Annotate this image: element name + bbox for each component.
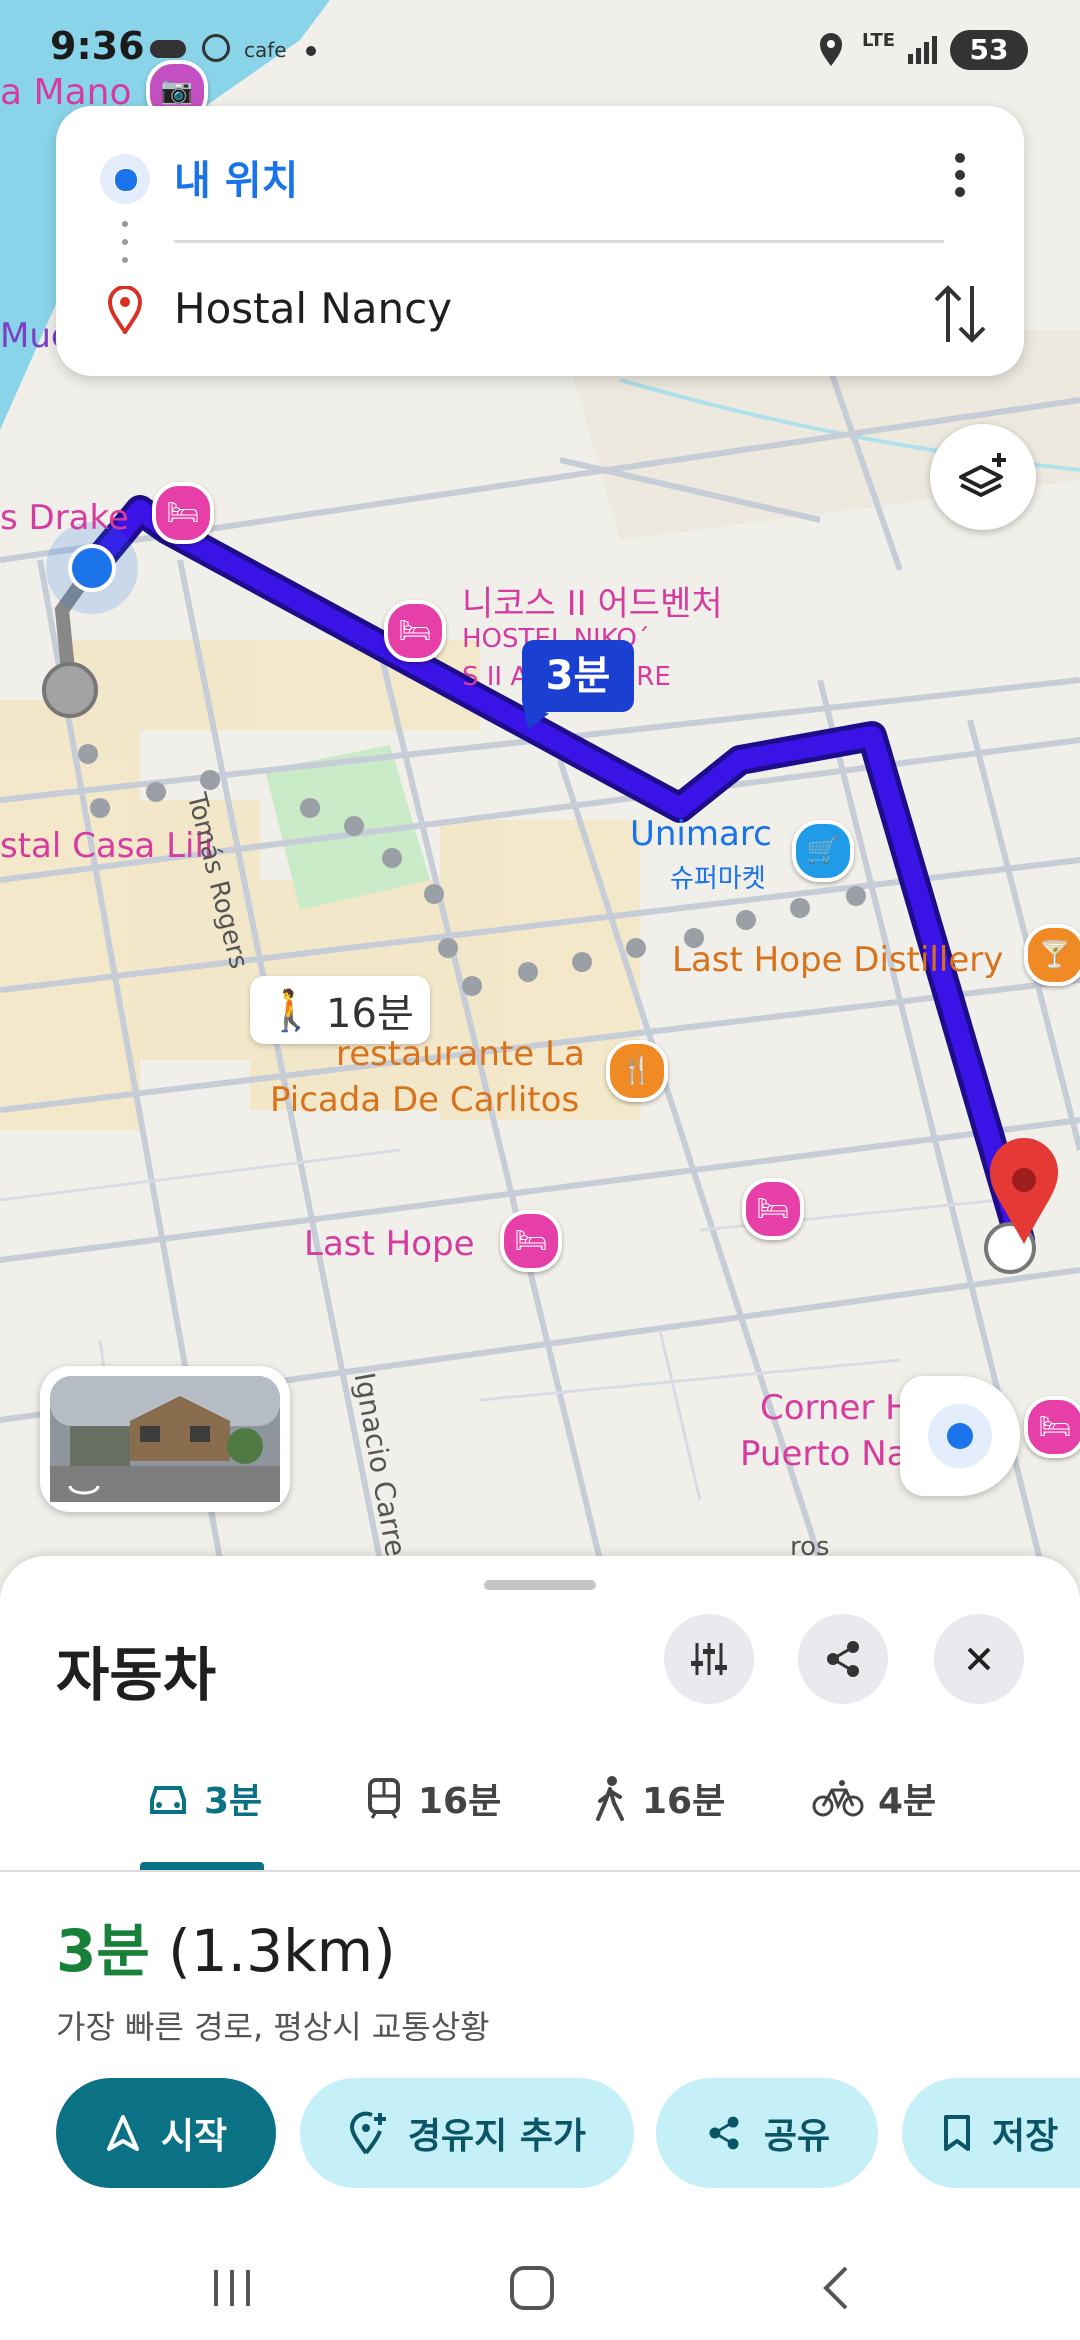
walk-time-label: 16분 (326, 991, 414, 1037)
route-time: 3분 (56, 1917, 150, 1985)
more-options-icon[interactable] (950, 150, 970, 200)
route-duration-bubble[interactable]: 3분 (522, 640, 634, 712)
route-summary: 3분 (1.3km) (56, 1904, 396, 1988)
map-label-corner-2: Puerto Na (740, 1434, 908, 1474)
hotel-pin-icon[interactable]: 🛏 (500, 1210, 562, 1272)
tab-transit[interactable]: 16분 (364, 1768, 501, 1828)
sheet-title: 자동차 (56, 1641, 217, 1709)
shopping-cart-pin-icon[interactable]: 🛒 (792, 820, 854, 882)
map-label-corner-1: Corner H (760, 1388, 911, 1428)
my-location-button[interactable] (900, 1376, 1020, 1496)
tab-cycling[interactable]: 4분 (812, 1768, 936, 1828)
add-stop-label: 경유지 추가 (407, 2116, 587, 2157)
globe-icon (202, 34, 230, 62)
street-view-thumbnail[interactable] (40, 1366, 290, 1512)
directions-sheet: 자동차 3분 16분 16분 4분 3분 (1.3km) 가장 빠른 경로, 평… (0, 1556, 1080, 2340)
restaurant-pin-icon[interactable]: 🍴 (606, 1040, 668, 1102)
transit-icon (368, 1778, 400, 1819)
layers-icon (959, 453, 1006, 497)
connector-dots-icon (122, 221, 128, 263)
status-bar: 9:36 cafe LTE 53 (0, 0, 1080, 100)
active-tab-indicator (140, 1862, 264, 1870)
home-icon[interactable] (508, 2264, 556, 2312)
hotel-pin-icon[interactable]: 🛏 (384, 600, 446, 662)
status-time: 9:36 (50, 24, 145, 68)
bookmark-icon (944, 2115, 970, 2151)
hotel-pin-icon[interactable]: 🛏 (1024, 1396, 1080, 1458)
my-location-icon (928, 1404, 992, 1468)
tab-driving-label: 3분 (204, 1781, 263, 1822)
share-button[interactable]: 공유 (656, 2078, 878, 2188)
close-button[interactable] (934, 1614, 1024, 1704)
sheet-drag-handle[interactable] (484, 1580, 596, 1590)
share-icon (827, 1641, 859, 1677)
start-button-label: 시작 (160, 2116, 228, 2157)
map-label-last-hope-distillery: Last Hope Distillery (672, 940, 1004, 980)
map-label-nikos: 니코스 II 어드벤처 (462, 584, 723, 624)
navigation-arrow-icon (106, 2115, 139, 2151)
save-button[interactable]: 저장 (902, 2078, 1080, 2188)
map-label-last-hope: Last Hope (304, 1224, 475, 1264)
route-options-button[interactable] (664, 1614, 754, 1704)
share-button-label: 공유 (763, 2116, 831, 2157)
street-view-image (50, 1376, 280, 1502)
map-label-unimarc-sub: 슈퍼마켓 (670, 864, 766, 894)
status-network: LTE (862, 30, 896, 51)
map-label-restaurante-1: restaurante La (336, 1034, 585, 1074)
share-route-button[interactable] (798, 1614, 888, 1704)
swap-icon[interactable] (932, 282, 988, 346)
tabs-divider (0, 1870, 1080, 1872)
status-carrier: cafe (244, 38, 287, 62)
hotel-pin-icon[interactable]: 🛏 (152, 482, 214, 544)
field-divider (174, 240, 944, 243)
map-label-unimarc: Unimarc (630, 814, 772, 854)
tab-cycling-label: 4분 (878, 1781, 937, 1822)
system-nav-bar (0, 2236, 1080, 2340)
walk-icon (596, 1776, 624, 1821)
origin-dot-icon (100, 154, 150, 204)
tab-walking-label: 16분 (642, 1781, 726, 1822)
battery-indicator: 53 (950, 30, 1028, 70)
recent-apps-icon[interactable] (208, 2266, 256, 2310)
car-icon (150, 1786, 186, 1814)
add-stop-icon (349, 2111, 386, 2155)
bar-pin-icon[interactable]: 🍸 (1024, 924, 1080, 986)
signal-icon (908, 36, 937, 64)
tab-walking[interactable]: 16분 (592, 1768, 725, 1828)
map-label-casa-lili: stal Casa Lili (0, 826, 214, 866)
route-distance: (1.3km) (168, 1917, 396, 1985)
tune-icon (691, 1643, 727, 1675)
hotel-pin-icon[interactable]: 🛏 (742, 1178, 804, 1240)
tab-driving[interactable]: 3분 (146, 1768, 262, 1828)
origin-field[interactable]: 내 위치 (174, 148, 298, 206)
bike-icon (812, 1780, 864, 1817)
share-icon (709, 2116, 739, 2150)
directions-card: 내 위치 Hostal Nancy (56, 106, 1024, 376)
location-status-icon (820, 33, 842, 66)
route-description: 가장 빠른 경로, 평상시 교통상황 (56, 2008, 490, 2046)
map-label-drake: s Drake (0, 498, 129, 538)
back-icon[interactable] (818, 2264, 854, 2312)
destination-pin-icon (107, 286, 143, 334)
start-button[interactable]: 시작 (56, 2078, 276, 2188)
map-label-restaurante-2: Picada De Carlitos (270, 1080, 580, 1120)
add-stop-button[interactable]: 경유지 추가 (300, 2078, 634, 2188)
close-icon (967, 1647, 991, 1671)
save-button-label: 저장 (992, 2116, 1059, 2157)
destination-field[interactable]: Hostal Nancy (174, 284, 452, 333)
layers-button[interactable] (930, 424, 1036, 530)
walk-icon: 🚶 (266, 987, 317, 1034)
tab-transit-label: 16분 (418, 1781, 502, 1822)
dot-icon (306, 46, 316, 56)
cloud-icon (150, 40, 186, 58)
